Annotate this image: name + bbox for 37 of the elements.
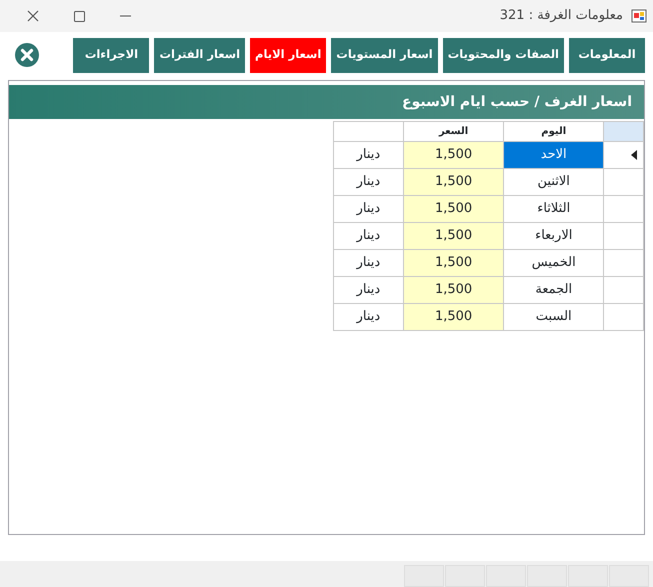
tab[interactable]: الاجراءات xyxy=(73,38,150,72)
column-header: اليوم xyxy=(504,122,604,142)
table-cell: الجمعة xyxy=(504,276,604,304)
table-cell: دينار xyxy=(334,196,404,222)
close-icon[interactable] xyxy=(14,42,40,68)
tab[interactable]: اسعار الفترات xyxy=(154,38,246,72)
tab[interactable]: المعلومات xyxy=(569,38,645,72)
table-cell: السبت xyxy=(504,304,604,330)
table-cell: الاثنين xyxy=(504,168,604,196)
tab[interactable]: الصفات والمحتويات xyxy=(442,38,564,72)
app-icon xyxy=(631,8,647,24)
table-cell: 1,500 xyxy=(403,250,504,276)
minimize-icon xyxy=(120,15,130,17)
table-cell: دينار xyxy=(334,250,404,276)
table-cell: الثلاثاء xyxy=(504,196,604,222)
table-cell: دينار xyxy=(334,222,404,250)
table-cell: 1,500 xyxy=(403,142,504,168)
row-pointer-icon xyxy=(630,150,637,160)
tab[interactable]: اسعار المستويات xyxy=(331,38,438,72)
table-cell: الاربعاء xyxy=(504,222,604,250)
close-icon xyxy=(27,10,39,22)
table-cell: دينار xyxy=(334,276,404,304)
table-cell: 1,500 xyxy=(403,276,504,304)
window-title: معلومات الغرفة : 321 xyxy=(500,7,623,26)
maximize-icon xyxy=(74,10,84,22)
table-cell: 1,500 xyxy=(403,304,504,330)
tab[interactable]: اسعار الايام xyxy=(250,38,326,72)
panel-title: اسعار الغرف / حسب ايام الاسبوع xyxy=(402,92,632,112)
table-cell: دينار xyxy=(334,168,404,196)
table-cell: دينار xyxy=(334,142,404,168)
table-cell: دينار xyxy=(334,304,404,330)
table-cell: الخميس xyxy=(504,250,604,276)
table-cell: 1,500 xyxy=(403,168,504,196)
table-cell: 1,500 xyxy=(403,222,504,250)
column-header: السعر xyxy=(403,122,504,142)
table-cell: 1,500 xyxy=(403,196,504,222)
table-cell: الاحد xyxy=(504,142,604,168)
